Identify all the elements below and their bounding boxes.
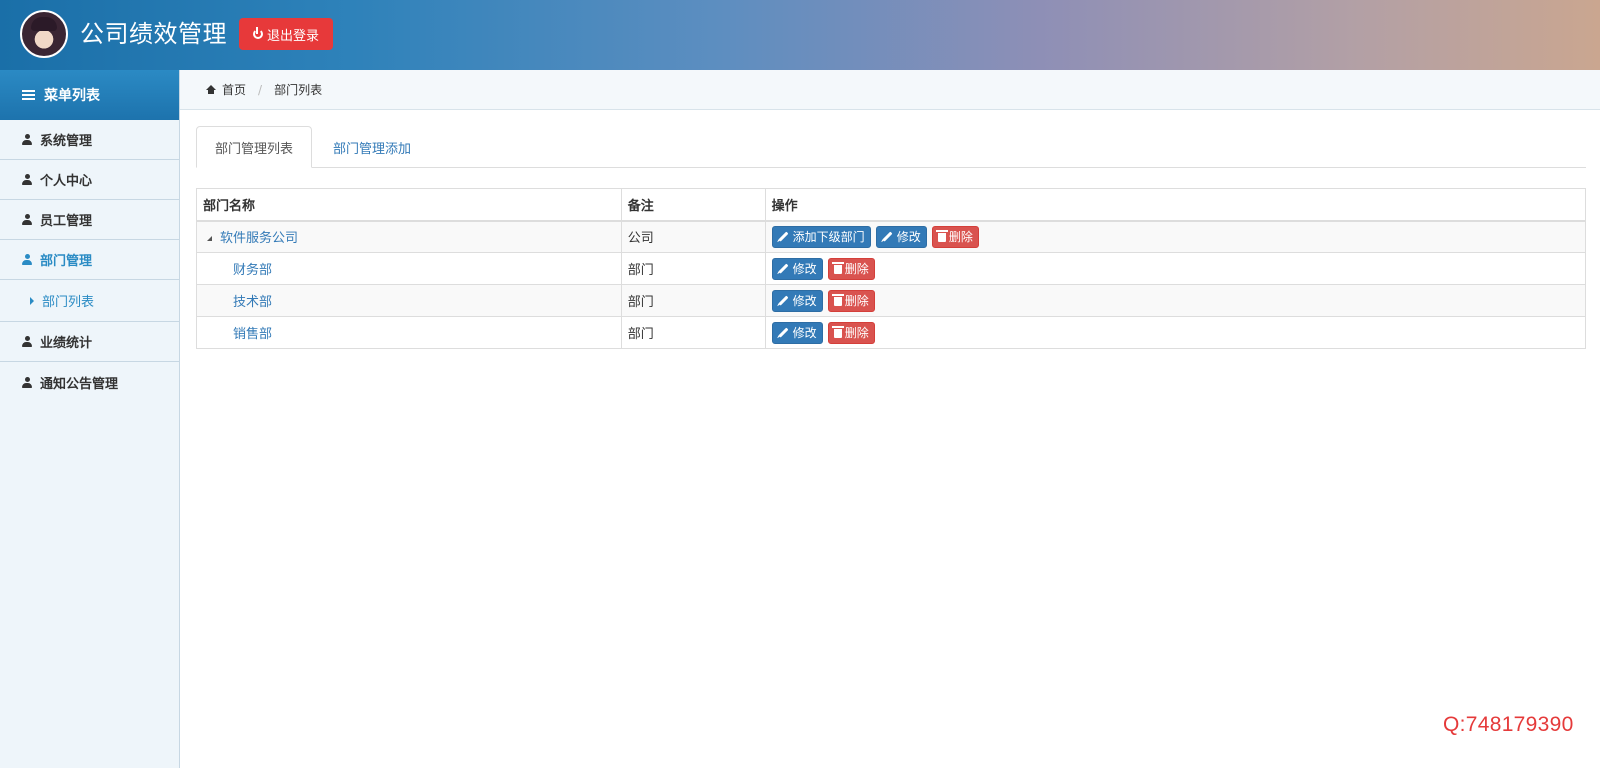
table-row: 软件服务公司 公司 添加下级部门 修改 删除 (196, 220, 1587, 253)
tab-department-list[interactable]: 部门管理列表 (196, 126, 312, 168)
column-header: 部门名称 (196, 188, 622, 222)
note-cell: 部门 (620, 284, 766, 317)
sidebar-item-profile[interactable]: 个人中心 (0, 160, 179, 200)
user-icon (22, 336, 32, 347)
trash-icon (831, 262, 844, 274)
delete-button[interactable]: 删除 (931, 225, 979, 248)
edit-button[interactable]: 修改 (771, 289, 823, 312)
actions-cell: 修改 删除 (764, 316, 1587, 349)
sidebar-item-system[interactable]: 系统管理 (0, 120, 179, 160)
note-cell: 部门 (620, 252, 766, 285)
column-header: 备注 (620, 188, 766, 222)
trash-icon (935, 230, 948, 243)
logout-button[interactable]: 退出登录 (239, 18, 333, 50)
actions-cell: 添加下级部门 修改 删除 (764, 220, 1587, 253)
pencil-icon (882, 231, 893, 242)
top-header: 公司绩效管理 退出登录 (0, 0, 1600, 70)
expand-triangle-icon[interactable] (207, 236, 212, 242)
breadcrumb-separator: / (258, 82, 263, 97)
sidebar-item-performance[interactable]: 业绩统计 (0, 322, 179, 362)
avatar (20, 10, 68, 58)
delete-button[interactable]: 删除 (827, 289, 875, 312)
add-subdepartment-button[interactable]: 添加下级部门 (771, 225, 871, 248)
user-icon (22, 254, 32, 265)
user-icon (22, 174, 32, 185)
delete-button[interactable]: 删除 (827, 321, 875, 344)
caret-right-icon (30, 296, 34, 305)
tab-bar: 部门管理列表 部门管理添加 (196, 126, 1586, 168)
department-name-cell[interactable]: 财务部 (196, 252, 622, 285)
trash-icon (831, 326, 844, 338)
sidebar: 菜单列表 系统管理 个人中心 员工管理 部门管理 部门列表 业绩统计 通知公告管… (0, 70, 180, 768)
pencil-icon (778, 295, 789, 306)
actions-cell: 修改 删除 (764, 284, 1587, 317)
table-row: 技术部 部门 修改 删除 (196, 284, 1587, 317)
sidebar-heading: 菜单列表 (0, 70, 179, 120)
department-name-cell[interactable]: 软件服务公司 (196, 220, 622, 253)
breadcrumb-home[interactable]: 首页 (222, 81, 246, 98)
department-name-cell[interactable]: 技术部 (196, 284, 622, 317)
breadcrumb-current: 部门列表 (274, 83, 323, 97)
pencil-icon (778, 263, 789, 274)
home-icon (206, 85, 216, 94)
department-table: 部门名称 备注 操作 软件服务公司 公司 添加下级部门 修改 删除 财务部 部门… (196, 188, 1587, 349)
breadcrumb: 首页 / 部门列表 (180, 70, 1600, 110)
sidebar-item-departments[interactable]: 部门管理 (0, 240, 179, 280)
edit-button[interactable]: 修改 (771, 321, 823, 344)
edit-button[interactable]: 修改 (771, 257, 823, 280)
sidebar-subitem-department-list[interactable]: 部门列表 (0, 280, 179, 322)
logout-label: 退出登录 (266, 28, 319, 44)
column-header: 操作 (764, 188, 1587, 222)
edit-button[interactable]: 修改 (875, 225, 927, 248)
note-cell: 公司 (620, 220, 766, 253)
note-cell: 部门 (620, 316, 766, 349)
delete-button[interactable]: 删除 (827, 257, 875, 280)
sidebar-item-notices[interactable]: 通知公告管理 (0, 362, 179, 402)
user-icon (22, 214, 32, 225)
user-icon (22, 376, 32, 388)
app-title: 公司绩效管理 (80, 20, 227, 48)
sidebar-item-employees[interactable]: 员工管理 (0, 200, 179, 240)
trash-icon (831, 294, 844, 306)
pencil-icon (778, 231, 789, 242)
list-icon (22, 90, 35, 100)
table-header-row: 部门名称 备注 操作 (196, 188, 1587, 222)
tab-department-add[interactable]: 部门管理添加 (312, 126, 432, 168)
user-icon (22, 134, 32, 145)
table-row: 财务部 部门 修改 删除 (196, 252, 1587, 285)
actions-cell: 修改 删除 (764, 252, 1587, 285)
table-row: 销售部 部门 修改 删除 (196, 316, 1587, 349)
pencil-icon (778, 327, 789, 338)
watermark-text: Q:748179390 (1443, 713, 1574, 736)
department-name-cell[interactable]: 销售部 (196, 316, 622, 349)
power-icon (252, 27, 263, 39)
